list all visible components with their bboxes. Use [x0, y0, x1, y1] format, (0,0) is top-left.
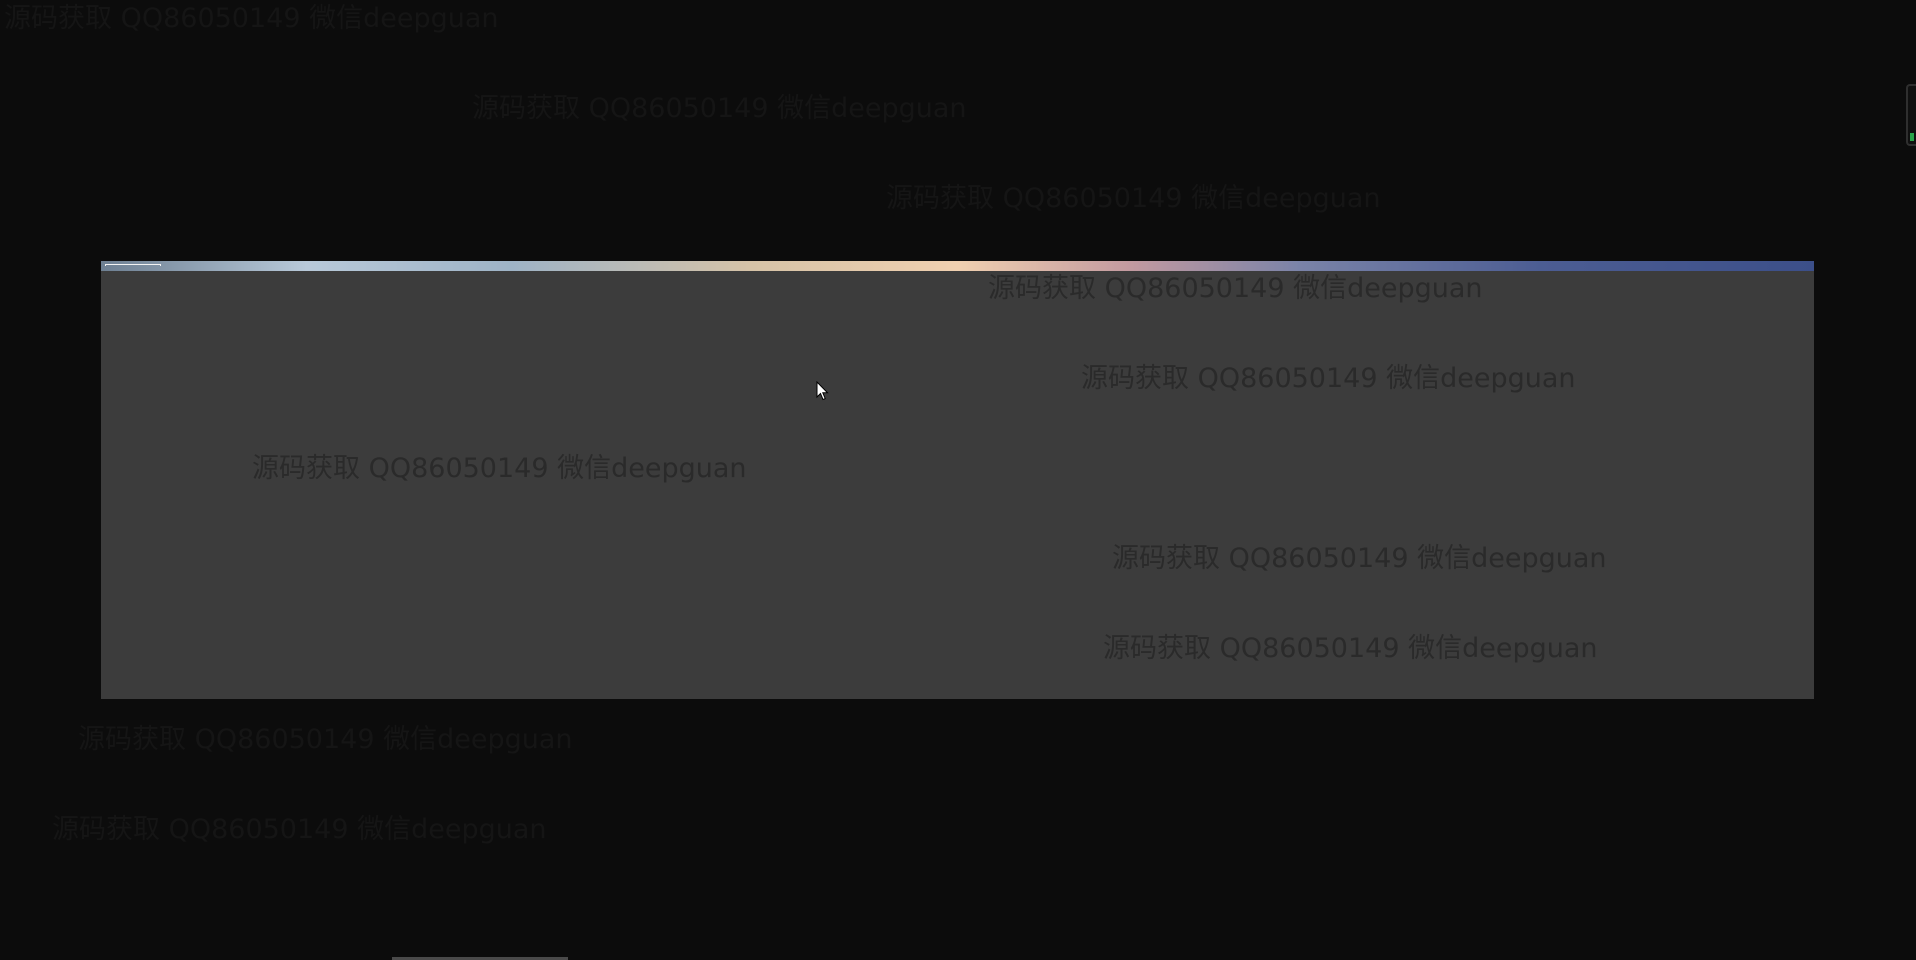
watermark-text: 源码获取 QQ86050149 微信deepguan: [4, 3, 499, 34]
scroll-indicator-level: [1910, 133, 1914, 141]
scroll-indicator-icon[interactable]: [1906, 84, 1916, 146]
watermark-text: 源码获取 QQ86050149 微信deepguan: [886, 183, 1381, 214]
strip-marker: [105, 264, 161, 266]
watermark-text: 源码获取 QQ86050149 微信deepguan: [52, 814, 547, 845]
watermark-text: 源码获取 QQ86050149 微信deepguan: [1081, 363, 1576, 394]
watermark-text: 源码获取 QQ86050149 微信deepguan: [252, 453, 747, 484]
watermark-text: 源码获取 QQ86050149 微信deepguan: [988, 273, 1483, 304]
watermark-text: 源码获取 QQ86050149 微信deepguan: [1103, 633, 1598, 664]
screen: 源码获取 QQ86050149 微信deepguan 源码获取 QQ860501…: [0, 0, 1916, 960]
watermark-text: 源码获取 QQ86050149 微信deepguan: [78, 724, 573, 755]
watermark-text: 源码获取 QQ86050149 微信deepguan: [472, 93, 967, 124]
banner-image-strip: [101, 261, 1814, 271]
watermark-text: 源码获取 QQ86050149 微信deepguan: [1112, 543, 1607, 574]
overlay-panel: 源码获取 QQ86050149 微信deepguan 源码获取 QQ860501…: [101, 261, 1814, 699]
